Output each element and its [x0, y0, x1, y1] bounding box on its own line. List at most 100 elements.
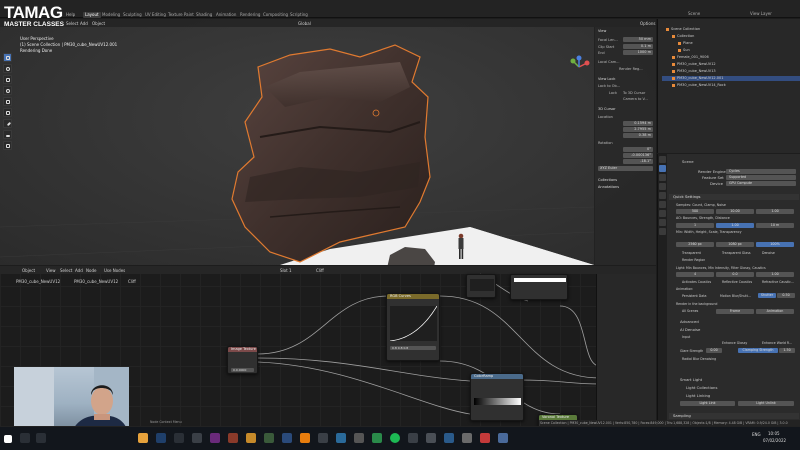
rotation-z-field[interactable]: -18.1°: [623, 159, 653, 164]
light-filter-field[interactable]: 1.00: [756, 272, 794, 277]
app-icon-17[interactable]: [426, 433, 436, 443]
ai-denoise-subpanel[interactable]: AI Denoise: [680, 327, 700, 332]
outliner-row[interactable]: Sun: [662, 48, 800, 53]
render-region-checkbox[interactable]: Render Reg...: [619, 67, 643, 71]
light-link-button[interactable]: Light Link: [680, 401, 735, 406]
app-icon-16[interactable]: [408, 433, 418, 443]
render-frame-button[interactable]: Frame: [716, 309, 754, 314]
focal-length-field[interactable]: 50 mm: [623, 37, 653, 42]
view-lock-header[interactable]: View Lock: [598, 77, 615, 81]
navigation-gizmo[interactable]: [570, 55, 590, 68]
ao-strength-field[interactable]: 1.00: [716, 223, 754, 228]
tab-scripting[interactable]: Scripting: [288, 12, 310, 18]
view-layer-selector[interactable]: View Layer: [748, 11, 774, 17]
outliner-row[interactable]: PM30_cube_NewUV12.001: [662, 76, 800, 81]
outliner-row[interactable]: Collection: [662, 34, 800, 39]
tab-rendering[interactable]: Rendering: [238, 12, 262, 18]
scene-tab-icon[interactable]: [659, 192, 666, 199]
outliner-row[interactable]: PM30_cube_NewUV13: [662, 69, 800, 74]
photoshop-icon[interactable]: [156, 433, 166, 443]
rotation-y-field[interactable]: -0.000136°: [623, 153, 653, 158]
enhance-glossy-checkbox[interactable]: Enhance Glossy: [722, 341, 747, 345]
samples-count-field[interactable]: 500: [676, 209, 714, 214]
file-explorer-icon[interactable]: [138, 433, 148, 443]
collections-header[interactable]: Collections: [598, 178, 617, 182]
view-layer-tab-icon[interactable]: [659, 183, 666, 190]
app-icon-13[interactable]: [354, 433, 364, 443]
blender-icon[interactable]: [300, 433, 310, 443]
windows-start-icon[interactable]: [4, 435, 12, 443]
tab-texture-paint[interactable]: Texture Paint: [166, 12, 196, 18]
output-tab-icon[interactable]: [659, 174, 666, 181]
spotify-icon[interactable]: [390, 433, 400, 443]
cursor-y-field[interactable]: 2.7955 m: [623, 127, 653, 132]
app-icon-18[interactable]: [444, 433, 454, 443]
outliner-row[interactable]: Scene Collection: [662, 27, 800, 32]
outliner-row[interactable]: Plane: [662, 41, 800, 46]
app-icon-7[interactable]: [246, 433, 256, 443]
image-texture-node[interactable]: Image Texture 0.0.0000: [227, 346, 258, 374]
material-tab-icon[interactable]: [659, 228, 666, 235]
resolution-scale-field[interactable]: 100%: [756, 242, 794, 247]
world-tab-icon[interactable]: [659, 201, 666, 208]
curves-values[interactable]: 0.8 0.8 0.8: [390, 346, 436, 350]
tab-shading[interactable]: Shading: [194, 12, 214, 18]
rgb-curves-node[interactable]: RGB Curves 0.8 0.8 0.8: [386, 293, 440, 361]
light-linking-subpanel[interactable]: Light Linking: [686, 393, 710, 398]
cursor-z-field[interactable]: 0.38 m: [623, 133, 653, 138]
persistent-data-checkbox[interactable]: Persistent Data: [682, 294, 706, 298]
ao-distance-field[interactable]: 10 m: [756, 223, 794, 228]
tab-sculpting[interactable]: Sculpting: [121, 12, 144, 18]
tab-compositing[interactable]: Compositing: [261, 12, 290, 18]
render-animation-button[interactable]: Animation: [756, 309, 794, 314]
app-icon-6[interactable]: [228, 433, 238, 443]
rotation-x-field[interactable]: 0°: [623, 147, 653, 152]
outliner-row[interactable]: PM30_cube_NewUV12: [662, 62, 800, 67]
quick-settings-panel[interactable]: Quick Settings: [669, 194, 799, 200]
value-node[interactable]: [466, 274, 496, 298]
denoise-checkbox[interactable]: Denoise: [762, 251, 775, 255]
clip-start-field[interactable]: 0.1 m: [623, 44, 653, 49]
modifier-tab-icon[interactable]: [659, 219, 666, 226]
transparent-glass-checkbox[interactable]: Transparent Glass: [722, 251, 751, 255]
app-icon-21[interactable]: [498, 433, 508, 443]
curve-graph[interactable]: [390, 306, 437, 341]
shutter-field[interactable]: 0.50: [777, 293, 795, 298]
color-ramp-gradient[interactable]: [474, 398, 521, 405]
options-button[interactable]: Options: [640, 21, 655, 26]
viewport-menu-object[interactable]: Object: [92, 21, 105, 26]
ao-bounces-field[interactable]: 1: [676, 223, 714, 228]
clamping-field[interactable]: 1.50: [779, 348, 795, 353]
viewport-menu-add[interactable]: Add: [80, 21, 88, 26]
glare-strength-field[interactable]: 0.00: [706, 348, 722, 353]
tool-tab-icon[interactable]: [659, 156, 666, 163]
cursor-x-field[interactable]: 0.1594 m: [623, 121, 653, 126]
app-icon-14[interactable]: [372, 433, 382, 443]
light-intensity-field[interactable]: 0.0: [716, 272, 754, 277]
camera-to-view-checkbox[interactable]: Camera to V...: [623, 97, 648, 101]
shutter-label[interactable]: Shutter: [758, 293, 776, 298]
transparent-checkbox[interactable]: Transparent: [682, 251, 701, 255]
app-icon-20[interactable]: [480, 433, 490, 443]
scene-selector[interactable]: Scene: [686, 11, 702, 17]
clamping-label[interactable]: Clamping Strength: [738, 348, 778, 353]
app-icon-11[interactable]: [318, 433, 328, 443]
annotations-header[interactable]: Annotations: [598, 185, 619, 189]
tab-layout[interactable]: Layout: [83, 12, 101, 18]
app-icon-9[interactable]: [282, 433, 292, 443]
clip-end-field[interactable]: 1000 m: [623, 50, 653, 55]
object-tab-icon[interactable]: [659, 210, 666, 217]
bump-node[interactable]: [510, 274, 568, 300]
app-icon-19[interactable]: [462, 433, 472, 443]
render-engine-select[interactable]: Cycles: [726, 169, 796, 174]
app-icon-12[interactable]: [336, 433, 346, 443]
app-icon-4[interactable]: [192, 433, 202, 443]
feature-set-select[interactable]: Supported: [726, 175, 796, 180]
sampling-panel[interactable]: Sampling: [669, 413, 799, 419]
rotation-mode-select[interactable]: XYZ Euler: [598, 166, 653, 171]
reflective-caustics-checkbox[interactable]: Reflective Caustics: [722, 280, 752, 284]
menu-help[interactable]: Help: [66, 12, 75, 17]
light-bounces-field[interactable]: 4: [676, 272, 714, 277]
device-select[interactable]: GPU Compute: [726, 181, 796, 186]
3d-cursor-header[interactable]: 3D Cursor: [598, 107, 616, 111]
